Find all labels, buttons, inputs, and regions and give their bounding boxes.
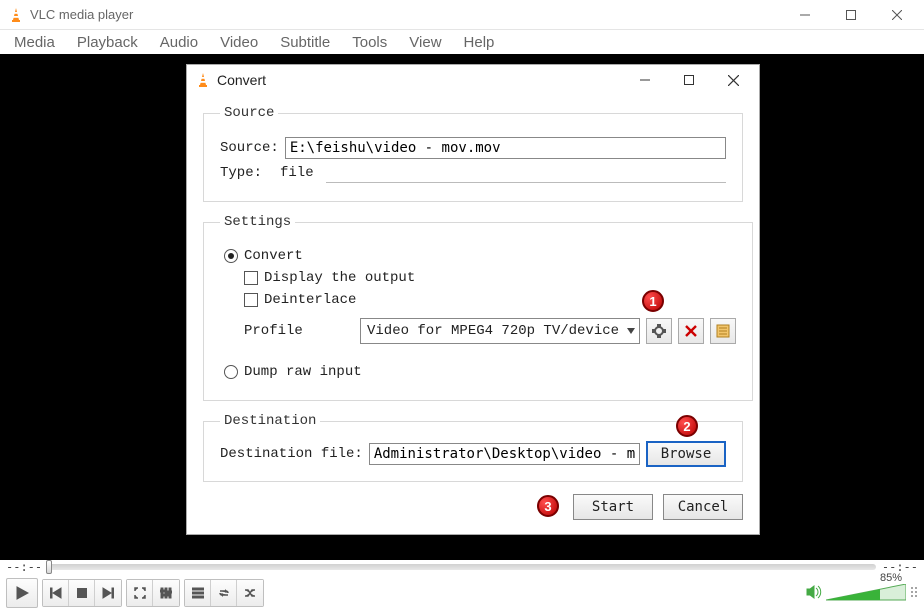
dialog-minimize-button[interactable] bbox=[623, 66, 667, 94]
seek-track[interactable] bbox=[48, 564, 876, 570]
deinterlace-row[interactable]: Deinterlace bbox=[244, 292, 736, 308]
cancel-button[interactable]: Cancel bbox=[663, 494, 743, 520]
main-maximize-button[interactable] bbox=[828, 0, 874, 30]
edit-profile-button[interactable] bbox=[646, 318, 672, 344]
menu-tools[interactable]: Tools bbox=[342, 32, 397, 53]
main-close-button[interactable] bbox=[874, 0, 920, 30]
display-output-row[interactable]: Display the output bbox=[244, 270, 736, 286]
playlist-button[interactable] bbox=[185, 580, 211, 606]
profile-select-value: Video for MPEG4 720p TV/device bbox=[367, 323, 619, 339]
stop-button[interactable] bbox=[69, 580, 95, 606]
display-output-label: Display the output bbox=[264, 270, 415, 286]
settings-legend: Settings bbox=[220, 214, 295, 230]
deinterlace-label: Deinterlace bbox=[264, 292, 356, 308]
convert-dialog: Convert Source Source: Type: file bbox=[186, 64, 760, 535]
profile-label: Profile bbox=[244, 323, 354, 339]
delete-profile-button[interactable] bbox=[678, 318, 704, 344]
menu-video[interactable]: Video bbox=[210, 32, 268, 53]
menu-view[interactable]: View bbox=[399, 32, 451, 53]
seek-bar: --:-- --:-- bbox=[0, 560, 924, 574]
browse-button[interactable]: Browse bbox=[646, 441, 726, 467]
main-title-text: VLC media player bbox=[30, 7, 133, 22]
deinterlace-checkbox[interactable] bbox=[244, 293, 258, 307]
annotation-2: 2 bbox=[676, 415, 698, 437]
seek-time-current: --:-- bbox=[6, 560, 42, 574]
source-legend: Source bbox=[220, 105, 278, 121]
dialog-maximize-button[interactable] bbox=[667, 66, 711, 94]
dump-raw-label: Dump raw input bbox=[244, 364, 362, 380]
main-minimize-button[interactable] bbox=[782, 0, 828, 30]
control-bar: 85% bbox=[0, 574, 924, 612]
dialog-title-text: Convert bbox=[217, 72, 266, 88]
type-underline bbox=[326, 163, 726, 183]
menu-audio[interactable]: Audio bbox=[150, 32, 208, 53]
volume-text: 85% bbox=[880, 572, 902, 584]
fullscreen-button[interactable] bbox=[127, 580, 153, 606]
menu-media[interactable]: Media bbox=[4, 32, 65, 53]
profile-select[interactable]: Video for MPEG4 720p TV/device bbox=[360, 318, 640, 344]
source-input[interactable] bbox=[285, 137, 726, 159]
start-button[interactable]: Start bbox=[573, 494, 653, 520]
seek-thumb[interactable] bbox=[46, 560, 52, 574]
play-button[interactable] bbox=[6, 578, 38, 608]
dump-raw-radio-row[interactable]: Dump raw input bbox=[224, 364, 736, 380]
menubar: Media Playback Audio Video Subtitle Tool… bbox=[0, 30, 924, 54]
source-label: Source: bbox=[220, 140, 279, 156]
type-label: Type: bbox=[220, 165, 274, 181]
dialog-close-button[interactable] bbox=[711, 66, 755, 94]
menu-subtitle[interactable]: Subtitle bbox=[270, 32, 340, 53]
display-output-checkbox[interactable] bbox=[244, 271, 258, 285]
volume-meter[interactable]: 85% bbox=[826, 584, 906, 602]
next-button[interactable] bbox=[95, 580, 121, 606]
source-fieldset: Source Source: Type: file bbox=[203, 105, 743, 202]
menu-playback[interactable]: Playback bbox=[67, 32, 148, 53]
convert-radio-label: Convert bbox=[244, 248, 303, 264]
convert-radio-row[interactable]: Convert bbox=[224, 248, 736, 264]
destination-fieldset: Destination Destination file: Browse 2 bbox=[203, 413, 743, 482]
new-profile-button[interactable] bbox=[710, 318, 736, 344]
volume-control: 85% bbox=[806, 584, 918, 602]
vlc-cone-icon bbox=[8, 7, 24, 23]
menu-help[interactable]: Help bbox=[454, 32, 505, 53]
dialog-cone-icon bbox=[195, 72, 211, 88]
annotation-3: 3 bbox=[537, 495, 559, 517]
dest-file-input[interactable] bbox=[369, 443, 640, 465]
speaker-icon[interactable] bbox=[806, 585, 822, 602]
convert-radio[interactable] bbox=[224, 249, 238, 263]
prev-button[interactable] bbox=[43, 580, 69, 606]
loop-button[interactable] bbox=[211, 580, 237, 606]
settings-fieldset: Settings Convert Display the output Dein… bbox=[203, 214, 753, 401]
type-value: file bbox=[280, 165, 314, 181]
vol-grip-icon[interactable] bbox=[910, 586, 918, 601]
ext-settings-button[interactable] bbox=[153, 580, 179, 606]
shuffle-button[interactable] bbox=[237, 580, 263, 606]
dialog-titlebar: Convert bbox=[187, 65, 759, 95]
destination-legend: Destination bbox=[220, 413, 320, 429]
dump-raw-radio[interactable] bbox=[224, 365, 238, 379]
chevron-down-icon bbox=[627, 328, 635, 334]
dest-file-label: Destination file: bbox=[220, 446, 363, 462]
main-titlebar: VLC media player bbox=[0, 0, 924, 30]
